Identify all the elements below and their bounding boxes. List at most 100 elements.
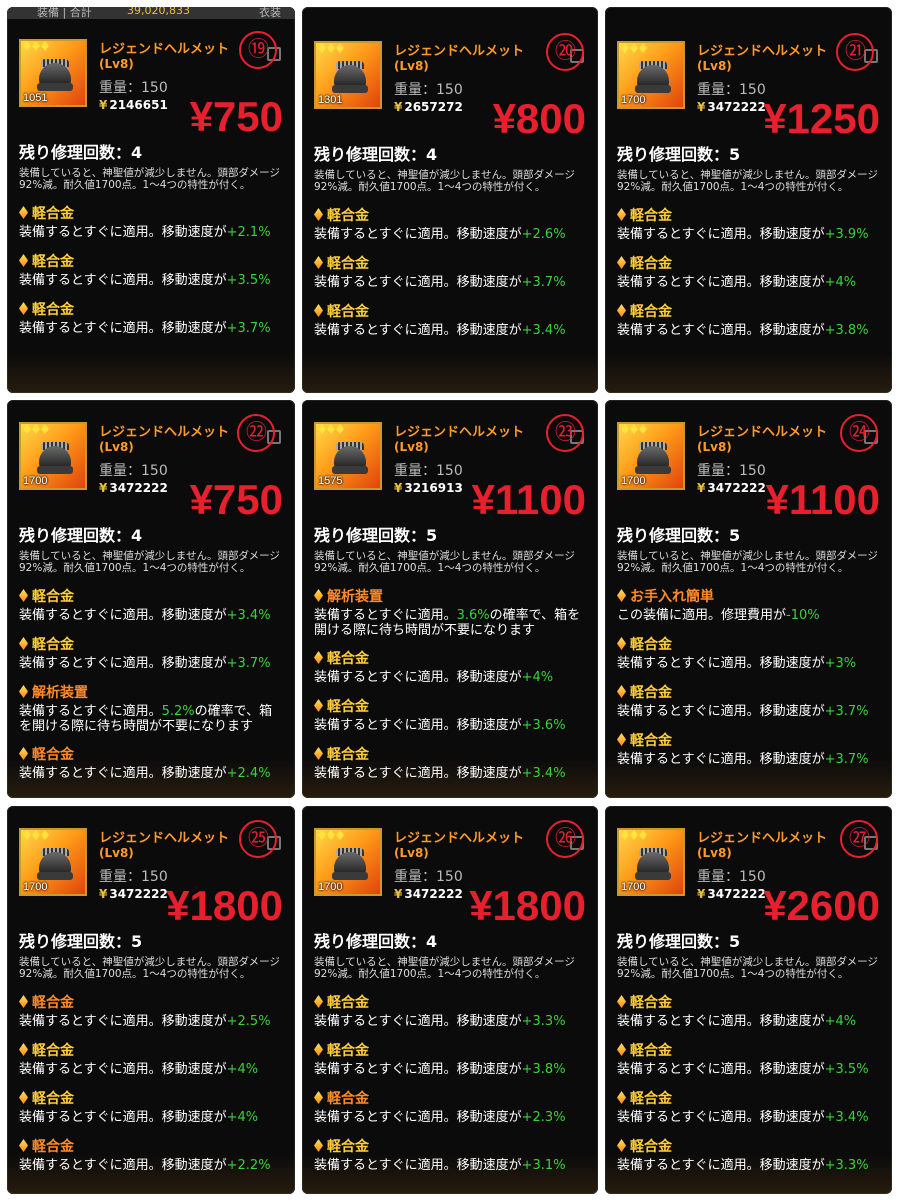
trait-effect-value: +3.7% (824, 704, 869, 719)
trait-effect-text: 装備するとすぐに適用。移動速度が (314, 227, 522, 242)
rarity-diamond-icon (639, 424, 647, 434)
trait-effect: 装備するとすぐに適用。移動速度が+3.7% (617, 752, 869, 767)
trait-effect-text: 装備するとすぐに適用。移動速度が (617, 704, 825, 719)
item-icon[interactable]: 1700 (314, 828, 382, 896)
trait-name: 軽合金 (617, 301, 672, 321)
trait-effect-text: 装備するとすぐに適用。移動速度が (19, 1158, 227, 1173)
sale-price-label: ¥1800 (166, 882, 283, 929)
rarity-diamond-icon (621, 830, 629, 840)
trait-effect-text: 装備するとすぐに適用。移動速度が (19, 1110, 227, 1125)
rarity-diamond-icon (32, 424, 40, 434)
sale-price-label: ¥1100 (471, 476, 586, 523)
trait-effect-text: 装備するとすぐに適用。移動速度が (617, 656, 825, 671)
item-level: (Lv8) (394, 59, 429, 73)
trait-effect-text: 装備するとすぐに適用。移動速度が (617, 275, 825, 290)
item-name: レジェンドヘルメット (99, 425, 230, 440)
trait-name: 軽合金 (19, 1040, 74, 1060)
item-name: レジェンドヘルメット (697, 831, 828, 846)
helmet-icon (37, 59, 73, 93)
trait-name-text: 軽合金 (327, 1091, 369, 1107)
item-number-badge: ㉓ (546, 414, 584, 452)
trait-diamond-icon (314, 1043, 323, 1056)
item-price-value: 2657272 (404, 100, 463, 114)
helmet-icon (635, 61, 671, 95)
item-description: 装備していると、神聖値が減少しません。頭部ダメージ92%減。耐久値1700点。1… (19, 167, 280, 191)
trait-effect-value: +3.3% (521, 1014, 566, 1029)
helmet-icon (635, 848, 671, 882)
trait-effect-value: +3.7% (226, 321, 271, 336)
item-price-value: 2146651 (109, 98, 168, 112)
item-weight: 重量：150 (697, 463, 766, 479)
repair-count: 残り修理回数：4 (19, 143, 143, 162)
item-tooltip-panel: 1700 レジェンドヘルメット (Lv8) 重量：150 ¥3472222 ㉕ ¥1800 残… (7, 806, 295, 1194)
inventory-total-bar: 装備 | 合計 39,020,833 衣装 (7, 7, 295, 19)
item-description: 装備していると、神聖値が減少しません。頭部ダメージ92%減。耐久値1700点。1… (314, 956, 575, 980)
trait-name-text: 軽合金 (630, 1043, 672, 1059)
trait-diamond-icon (314, 651, 323, 664)
item-icon[interactable]: 1051 (19, 39, 87, 107)
item-price-value: 3216913 (404, 481, 463, 495)
rarity-diamonds-icon (318, 43, 344, 53)
rarity-diamond-icon (32, 830, 40, 840)
item-price-value: 3472222 (109, 887, 168, 901)
item-name: レジェンドヘルメット (394, 425, 525, 440)
trait-name-text: 軽合金 (630, 1091, 672, 1107)
item-level: (Lv8) (99, 846, 134, 860)
trait-diamond-icon (19, 302, 28, 315)
trait-name: 軽合金 (617, 205, 672, 225)
repair-count: 残り修理回数：5 (617, 932, 741, 951)
trait-name: 軽合金 (314, 253, 369, 273)
coin-icon: ¥ (697, 100, 706, 114)
rarity-diamond-icon (41, 41, 49, 51)
trait-name: 軽合金 (19, 299, 74, 319)
trait-effect-text: 装備するとすぐに適用。移動速度が (617, 752, 825, 767)
helmet-icon (332, 848, 368, 882)
trait-diamond-icon (617, 1091, 626, 1104)
durability-value: 1051 (23, 92, 48, 104)
durability-value: 1700 (318, 881, 343, 893)
rarity-diamond-icon (327, 830, 335, 840)
trait-effect-text: 装備するとすぐに適用。移動速度が (314, 670, 522, 685)
item-level: (Lv8) (697, 440, 732, 454)
trait-effect: 装備するとすぐに適用。移動速度が+4% (19, 1110, 258, 1125)
item-icon[interactable]: 1700 (19, 422, 87, 490)
trait-diamond-icon (19, 1043, 28, 1056)
repair-count: 残り修理回数：5 (19, 932, 143, 951)
trait-diamond-icon (617, 589, 626, 602)
item-icon[interactable]: 1700 (617, 41, 685, 109)
trait-effect: 装備するとすぐに適用。移動速度が+4% (617, 1014, 856, 1029)
trait-effect-text: 装備するとすぐに適用。移動速度が (19, 766, 227, 781)
helmet-icon (332, 442, 368, 476)
rarity-diamonds-icon (318, 830, 344, 840)
item-icon[interactable]: 1700 (617, 828, 685, 896)
trait-effect-value: +2.3% (521, 1110, 566, 1125)
trait-name-text: 軽合金 (32, 1043, 74, 1059)
item-description: 装備していると、神聖値が減少しません。頭部ダメージ92%減。耐久値1700点。1… (617, 956, 878, 980)
trait-effect: 装備するとすぐに適用。移動速度が+3% (617, 656, 856, 671)
item-icon[interactable]: 1700 (19, 828, 87, 896)
costume-tab[interactable]: 衣装 (259, 7, 281, 20)
trait-name-text: 軽合金 (327, 1043, 369, 1059)
item-icon[interactable]: 1301 (314, 41, 382, 109)
trait-effect: 装備するとすぐに適用。移動速度が+3.3% (314, 1014, 566, 1029)
trait-name: 軽合金 (617, 1040, 672, 1060)
trait-effect-value: +3.4% (521, 766, 566, 781)
item-icon[interactable]: 1575 (314, 422, 382, 490)
trait-name-text: 軽合金 (630, 637, 672, 653)
sale-price-label: ¥800 (492, 95, 586, 142)
trait-effect-value: +3.9% (824, 227, 869, 242)
item-icon[interactable]: 1700 (617, 422, 685, 490)
rarity-diamond-icon (630, 424, 638, 434)
item-price-value: 3472222 (707, 100, 766, 114)
rarity-diamond-icon (336, 424, 344, 434)
trait-name: 軽合金 (617, 634, 672, 654)
trait-effect-text: 装備するとすぐに適用。移動速度が (314, 323, 522, 338)
trait-effect: 装備するとすぐに適用。移動速度が+2.2% (19, 1158, 271, 1173)
trait-diamond-icon (19, 254, 28, 267)
item-tooltip-panel: 1700 レジェンドヘルメット (Lv8) 重量：150 ¥3472222 ㉒ ¥750 残り… (7, 400, 295, 798)
trait-name: 軽合金 (617, 992, 672, 1012)
rarity-diamond-icon (630, 43, 638, 53)
item-tooltip-panel: 1700 レジェンドヘルメット (Lv8) 重量：150 ¥3472222 ㉑ ¥1250 残… (605, 7, 892, 393)
trait-name-text: 軽合金 (32, 302, 74, 318)
rarity-diamonds-icon (23, 424, 49, 434)
